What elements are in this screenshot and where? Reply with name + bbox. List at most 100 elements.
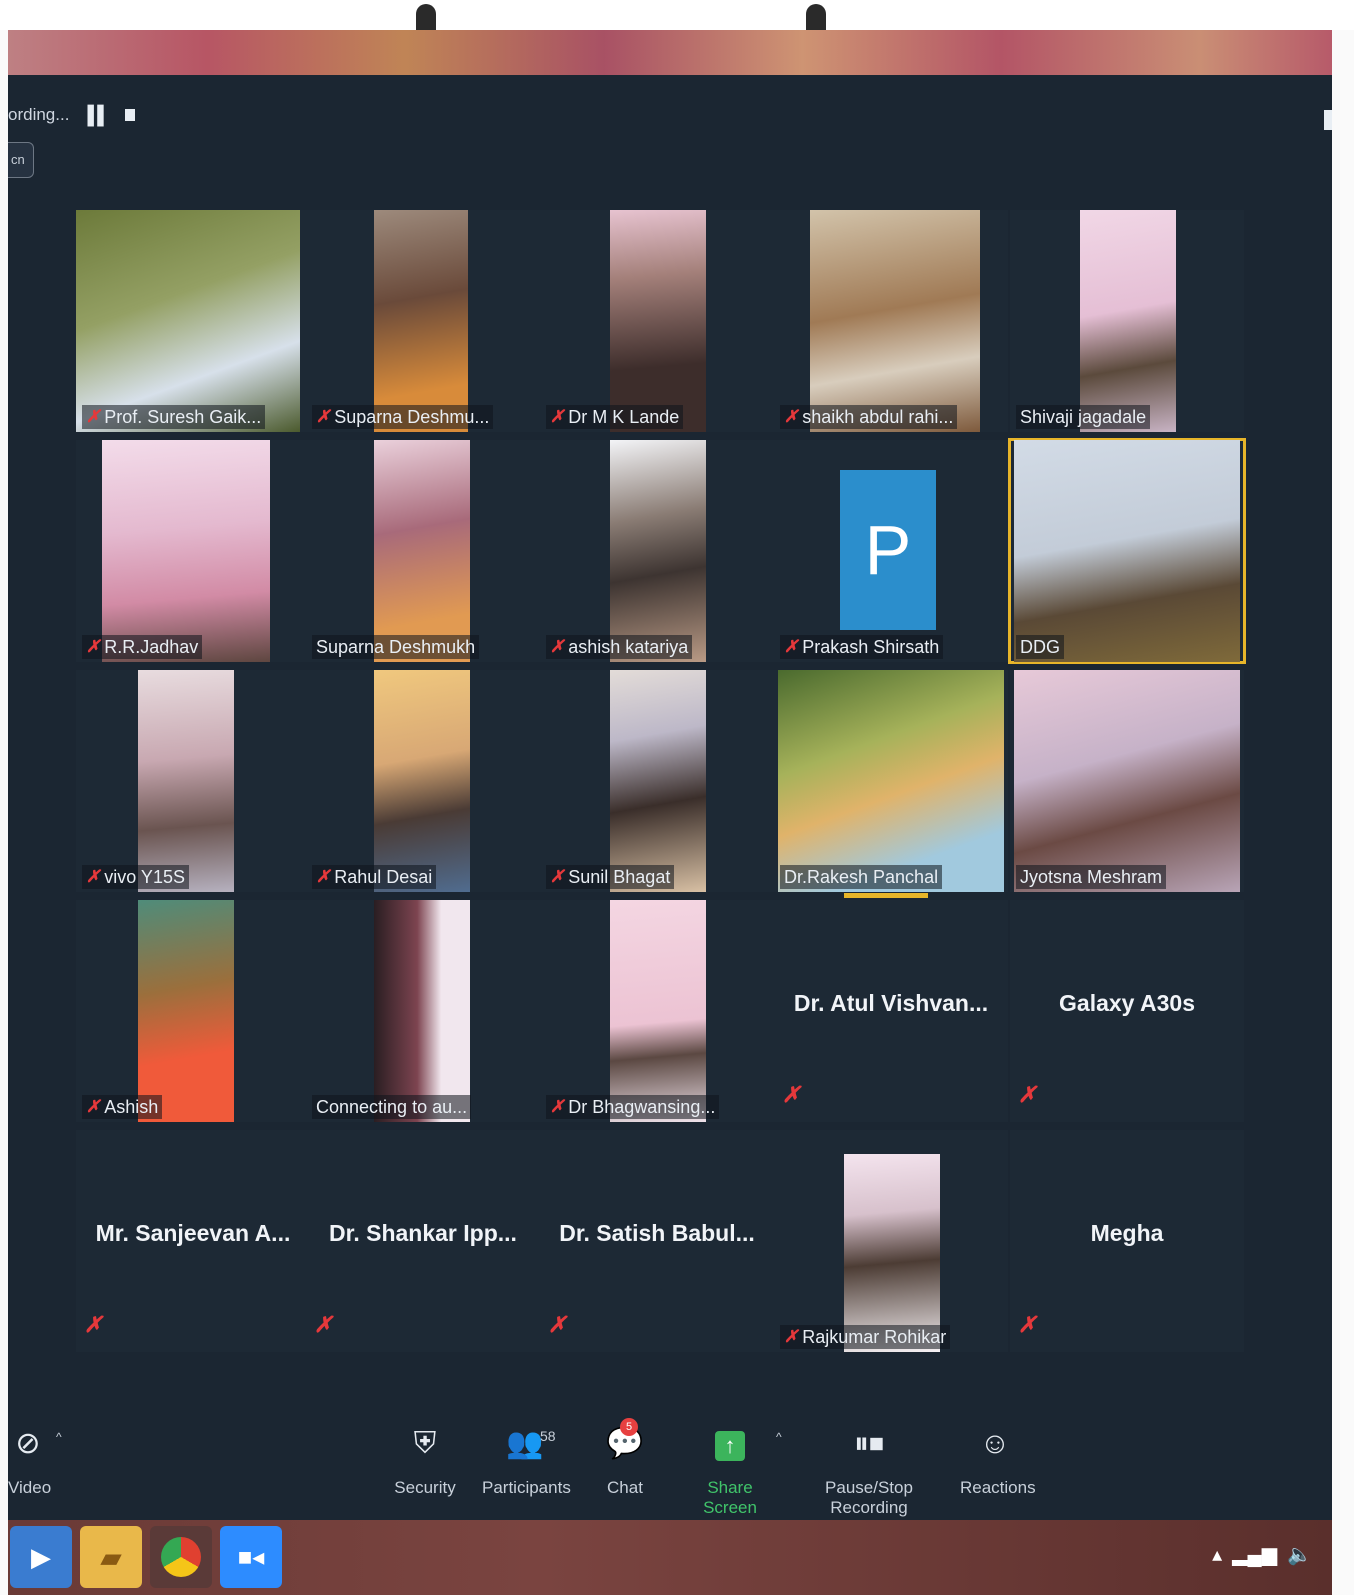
participant-video: [374, 210, 468, 432]
participant-video: [844, 1154, 940, 1352]
folder-icon[interactable]: ▰: [80, 1526, 142, 1588]
pause-stop-icon: ⏸⏹: [854, 1427, 884, 1460]
participant-tile[interactable]: Mr. Sanjeevan A... ✗: [76, 1130, 310, 1352]
participant-name: Galaxy A30s: [1059, 990, 1195, 1016]
participant-name: ✗ Sunil Bhagat: [546, 865, 675, 889]
participant-tile[interactable]: Galaxy A30s ✗: [1010, 900, 1244, 1122]
participant-tile[interactable]: ✗ Dr M K Lande: [540, 210, 774, 432]
pause-recording-icon[interactable]: ▌▌: [87, 105, 109, 126]
chat-button[interactable]: 💬 5 Chat: [600, 1418, 650, 1498]
participant-video: [374, 900, 470, 1122]
shield-icon: ⛨: [413, 1427, 437, 1460]
mic-muted-icon: ✗: [784, 407, 799, 426]
mic-muted-icon: ✗: [548, 1312, 567, 1337]
mic-muted-icon: ✗: [86, 407, 101, 426]
participant-tile[interactable]: ✗ ashish katariya: [540, 440, 774, 662]
participant-tile[interactable]: ✗ vivo Y15S: [76, 670, 310, 892]
participant-video: [76, 210, 300, 432]
mic-muted-icon: ✗: [314, 1312, 333, 1337]
participant-name: Dr. Satish Babul...: [559, 1220, 755, 1246]
chrome-icon[interactable]: [150, 1526, 212, 1588]
stop-video-button[interactable]: ⊘ Video: [8, 1424, 51, 1498]
mic-muted-icon: ✗: [1018, 1082, 1037, 1107]
participant-tile[interactable]: Megha ✗: [1010, 1130, 1244, 1352]
share-screen-button[interactable]: ↑ Share Screen: [682, 1424, 778, 1518]
participant-tile[interactable]: P ✗ Prakash Shirsath: [774, 440, 1008, 662]
participant-video: [610, 440, 706, 662]
participant-video: [610, 900, 706, 1122]
chevron-up-icon[interactable]: ▴: [1212, 1542, 1222, 1567]
participant-video: [374, 670, 470, 892]
stop-recording-icon[interactable]: [124, 109, 135, 121]
participant-tile[interactable]: ✗ Rahul Desai: [306, 670, 540, 892]
share-screen-icon: ↑: [682, 1424, 778, 1464]
mic-muted-icon: ✗: [86, 1097, 101, 1116]
participants-button[interactable]: 👥 58 Participants: [482, 1424, 571, 1498]
volume-icon[interactable]: 🔈: [1287, 1542, 1312, 1567]
mic-muted-icon: ✗: [316, 867, 331, 886]
pause-stop-recording-button[interactable]: ⏸⏹ Pause/Stop Recording: [796, 1424, 942, 1518]
os-taskbar: ▶ ▰ ■◂ ▴ ▂▄▆ 🔈: [8, 1520, 1332, 1595]
recording-indicator: ording... ▌▌: [8, 100, 135, 130]
participant-tile[interactable]: Connecting to au...: [306, 900, 540, 1122]
signal-icon[interactable]: ▂▄▆: [1232, 1542, 1277, 1567]
avatar: P: [840, 470, 936, 630]
recording-label: ording...: [8, 105, 70, 124]
participant-tile[interactable]: Suparna Deshmukh: [306, 440, 540, 662]
participant-tile[interactable]: Dr. Shankar Ipp... ✗: [306, 1130, 540, 1352]
mic-muted-icon: ✗: [784, 1327, 799, 1346]
chat-unread-badge: 5: [620, 1418, 638, 1436]
participant-tile[interactable]: ✗ Prof. Suresh Gaik...: [76, 210, 310, 432]
participant-tile[interactable]: ✗ Dr Bhagwansing...: [540, 900, 774, 1122]
chevron-up-icon[interactable]: ^: [56, 1430, 62, 1444]
participant-video: [138, 900, 234, 1122]
mic-muted-icon: ✗: [550, 1097, 565, 1116]
participant-tile[interactable]: ✗ shaikh abdul rahi...: [774, 210, 1008, 432]
participant-name: ✗ ashish katariya: [546, 635, 693, 659]
paper-margin: [0, 0, 1354, 30]
participant-video: [138, 670, 234, 892]
participant-tile[interactable]: Dr. Atul Vishvan... ✗: [774, 900, 1008, 1122]
participant-name: ✗ Rahul Desai: [312, 865, 437, 889]
mic-muted-icon: ✗: [782, 1082, 801, 1107]
mic-muted-icon: ✗: [550, 867, 565, 886]
mic-muted-icon: ✗: [316, 407, 331, 426]
participant-tile[interactable]: Jyotsna Meshram: [1010, 670, 1244, 892]
meeting-toolbar: ⊘ Video ^ ⛨ Security 👥 58 Participants 💬…: [8, 1410, 1332, 1520]
participant-name: ✗ shaikh abdul rahi...: [780, 405, 958, 429]
view-button[interactable]: cn: [8, 142, 34, 178]
fullscreen-handle[interactable]: [1324, 110, 1332, 130]
participant-name: Connecting to au...: [312, 1095, 472, 1119]
participant-video: [778, 670, 1004, 892]
participant-tile[interactable]: Dr.Rakesh Panchal: [774, 670, 1008, 898]
security-button[interactable]: ⛨ Security: [390, 1424, 460, 1498]
reactions-button[interactable]: ☺ Reactions: [960, 1424, 1036, 1498]
participant-tile[interactable]: ✗ Suparna Deshmu...: [306, 210, 540, 432]
participant-video: [1014, 670, 1240, 892]
participant-tile[interactable]: ✗ Ashish: [76, 900, 310, 1122]
participant-name: ✗ Dr M K Lande: [546, 405, 684, 429]
participant-tile[interactable]: ✗ Rajkumar Rohikar: [774, 1130, 1008, 1352]
active-speaker-tile[interactable]: DDG: [1008, 438, 1246, 664]
participant-tile[interactable]: Dr. Satish Babul... ✗: [540, 1130, 774, 1352]
participant-tile[interactable]: Shivaji jagadale: [1010, 210, 1244, 432]
participant-name: Dr. Shankar Ipp...: [329, 1220, 517, 1246]
participant-name: ✗ Prof. Suresh Gaik...: [82, 405, 266, 429]
participant-tile[interactable]: ✗ Sunil Bhagat: [540, 670, 774, 892]
smiley-icon: ☺: [979, 1427, 1011, 1460]
chevron-up-icon[interactable]: ^: [776, 1430, 782, 1444]
participant-video: [610, 210, 706, 432]
mic-muted-icon: ✗: [784, 637, 799, 656]
media-player-icon[interactable]: ▶: [10, 1526, 72, 1588]
participant-video: [1014, 440, 1240, 662]
participant-name: ✗ R.R.Jadhav: [82, 635, 203, 659]
zoom-app-icon[interactable]: ■◂: [220, 1526, 282, 1588]
mic-muted-icon: ✗: [1018, 1312, 1037, 1337]
participant-name: Mr. Sanjeevan A...: [95, 1220, 291, 1246]
mic-muted-icon: ✗: [86, 637, 101, 656]
participant-tile[interactable]: ✗ R.R.Jadhav: [76, 440, 310, 662]
participant-name: Megha: [1090, 1220, 1164, 1246]
mic-muted-icon: ✗: [550, 637, 565, 656]
mic-muted-icon: ✗: [550, 407, 565, 426]
participant-name: ✗ Ashish: [82, 1095, 163, 1119]
